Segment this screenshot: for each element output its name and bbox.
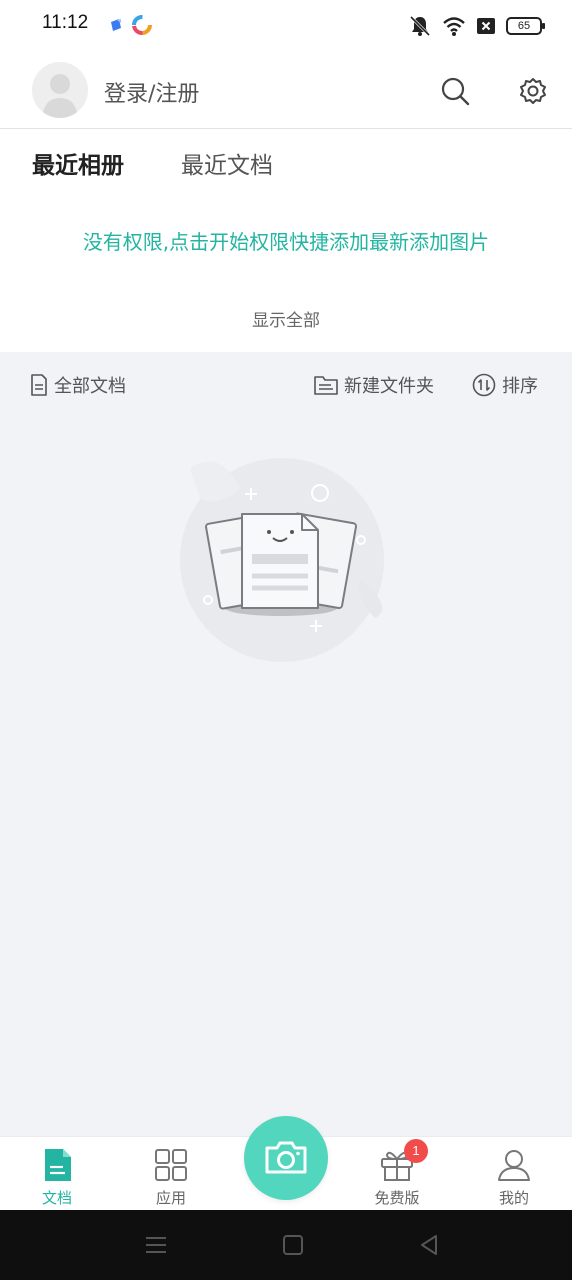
status-bar: 11:12 65 bbox=[0, 0, 572, 52]
tab-recent-documents[interactable]: 最近文档 bbox=[181, 146, 273, 180]
home-icon[interactable] bbox=[280, 1232, 306, 1258]
nav-free-version[interactable]: 1 免费版 bbox=[357, 1137, 437, 1211]
document-area: 全部文档 新建文件夹 排序 bbox=[0, 352, 572, 1136]
back-icon[interactable] bbox=[416, 1232, 442, 1258]
login-register-link[interactable]: 登录/注册 bbox=[104, 76, 199, 108]
file-icon bbox=[31, 374, 47, 396]
folder-icon bbox=[314, 376, 338, 395]
sort-button[interactable]: 排序 bbox=[472, 372, 538, 398]
nav-mine[interactable]: 我的 bbox=[474, 1137, 554, 1211]
nav-apps-label: 应用 bbox=[155, 1189, 186, 1207]
status-time: 11:12 bbox=[42, 12, 89, 33]
grid-icon bbox=[155, 1149, 187, 1181]
gear-icon[interactable] bbox=[516, 74, 550, 108]
nav-apps[interactable]: 应用 bbox=[131, 1137, 211, 1211]
nav-documents[interactable]: 文档 bbox=[17, 1137, 97, 1211]
notification-badge: 1 bbox=[404, 1139, 428, 1163]
avatar-icon bbox=[42, 74, 78, 118]
tab-recent-albums[interactable]: 最近相册 bbox=[32, 146, 124, 180]
new-folder-button[interactable]: 新建文件夹 bbox=[314, 372, 434, 398]
app-icon-colorful bbox=[132, 15, 152, 35]
header: 登录/注册 bbox=[0, 52, 572, 129]
search-icon[interactable] bbox=[438, 74, 472, 108]
app-icon-blue bbox=[111, 19, 121, 31]
new-folder-label: 新建文件夹 bbox=[344, 376, 434, 397]
permission-message-link[interactable]: 没有权限,点击开始权限快捷添加最新添加图片 bbox=[0, 226, 572, 255]
camera-button[interactable] bbox=[244, 1116, 328, 1200]
tab-bar: 最近相册 最近文档 bbox=[0, 130, 572, 192]
person-icon bbox=[498, 1150, 530, 1181]
all-documents-label: 全部文档 bbox=[54, 376, 126, 397]
document-toolbar: 全部文档 新建文件夹 排序 bbox=[0, 352, 572, 418]
show-all-button[interactable]: 显示全部 bbox=[0, 306, 572, 331]
avatar[interactable] bbox=[32, 62, 88, 118]
sort-label: 排序 bbox=[502, 376, 538, 397]
menu-icon[interactable] bbox=[143, 1232, 169, 1258]
nav-documents-label: 文档 bbox=[41, 1189, 72, 1207]
battery-icon: 65 bbox=[506, 17, 545, 35]
wifi-icon bbox=[443, 17, 465, 36]
sort-icon bbox=[472, 373, 496, 397]
status-icons: 65 bbox=[408, 14, 545, 38]
close-box-icon bbox=[477, 18, 495, 34]
nav-mine-label: 我的 bbox=[498, 1189, 529, 1207]
empty-documents-illustration bbox=[180, 458, 384, 662]
mute-bell-icon bbox=[409, 15, 431, 37]
camera-icon bbox=[265, 1141, 307, 1174]
nav-free-version-label: 免费版 bbox=[374, 1189, 420, 1207]
document-icon bbox=[45, 1149, 71, 1181]
system-navigation-bar bbox=[0, 1210, 572, 1280]
all-documents-button[interactable]: 全部文档 bbox=[30, 372, 126, 398]
